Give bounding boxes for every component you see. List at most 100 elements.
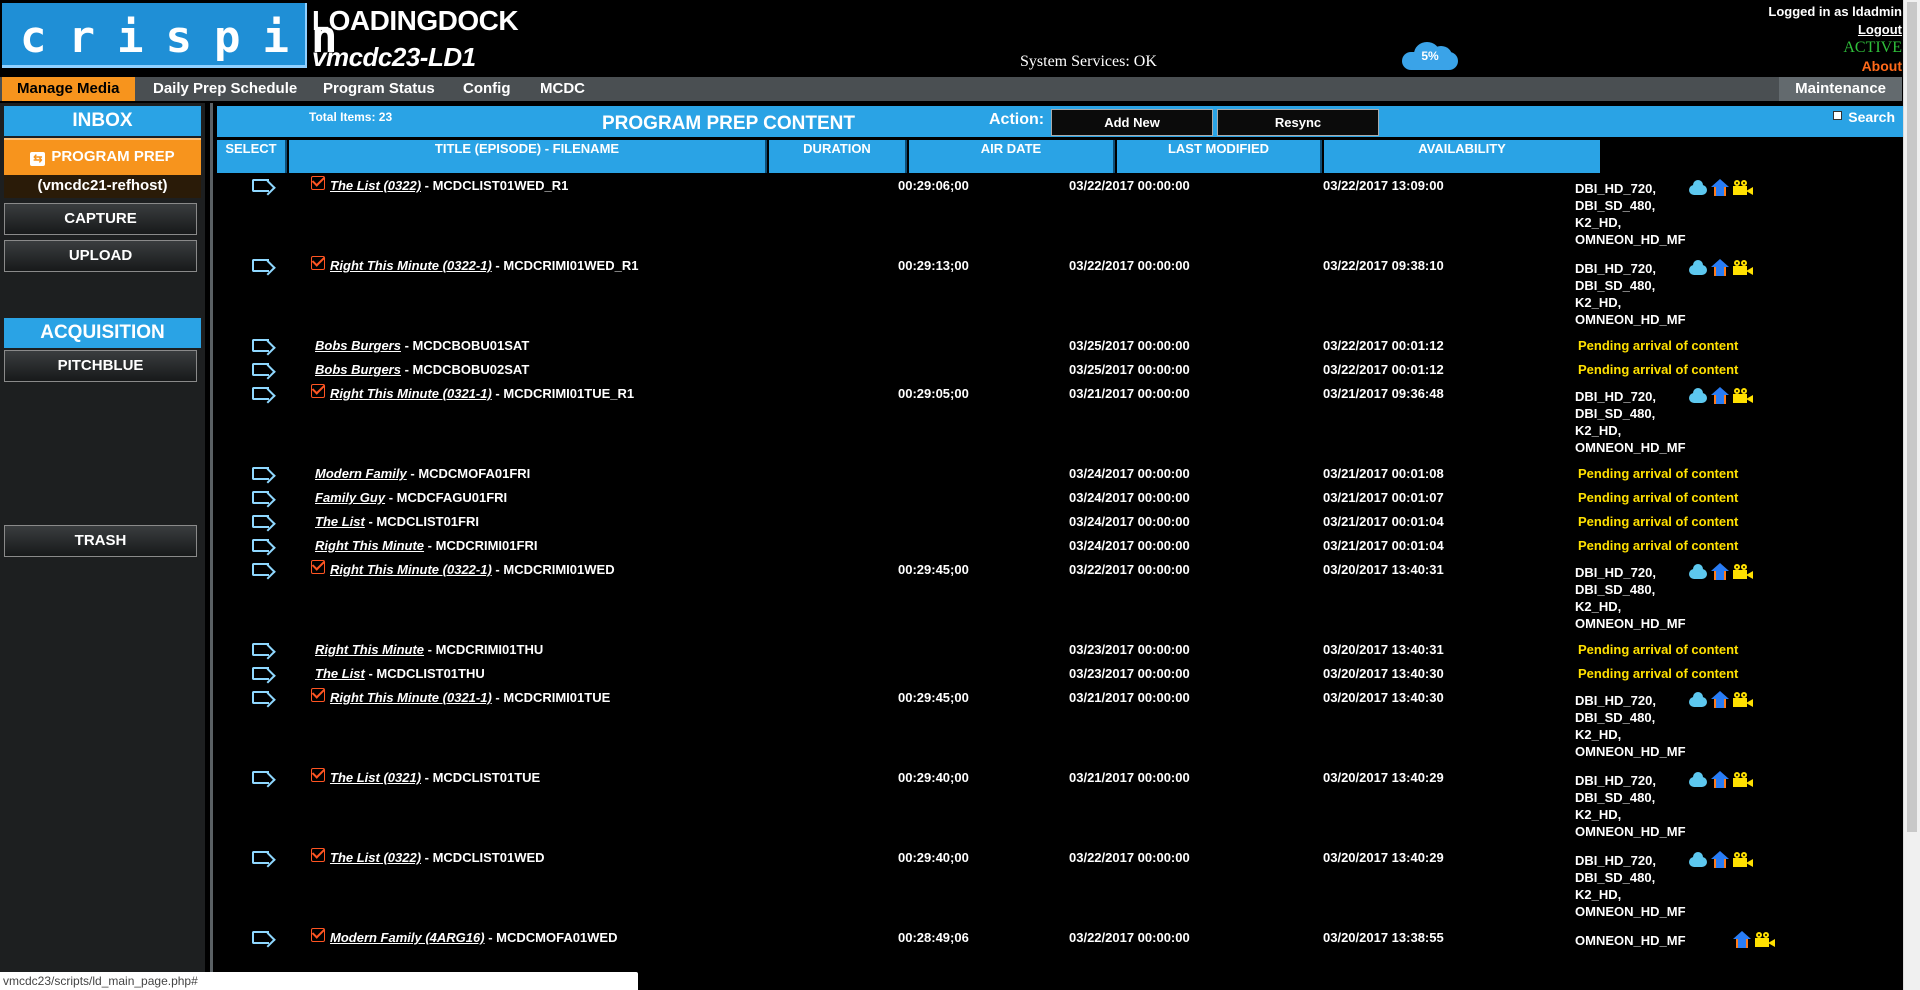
capture-button[interactable]: CAPTURE (4, 203, 197, 235)
select-tag-icon[interactable] (252, 931, 269, 944)
table-row[interactable]: The List - MCDCLIST01THU 03/23/2017 00:00… (217, 661, 1903, 685)
title-link[interactable]: The List (0321) (330, 770, 421, 785)
col-select[interactable]: SELECT (217, 140, 287, 173)
home-icon[interactable] (1711, 691, 1729, 709)
camera-icon[interactable] (1733, 564, 1753, 579)
table-row[interactable]: Right This Minute - MCDCRIMI01THU 03/23/2… (217, 637, 1903, 661)
select-tag-icon[interactable] (252, 179, 269, 192)
program-prep-button[interactable]: ⇆ PROGRAM PREP (vmcdc21-refhost) (4, 138, 201, 198)
nav-daily-prep-schedule[interactable]: Daily Prep Schedule (138, 77, 312, 101)
cloud-icon[interactable] (1689, 692, 1707, 707)
title-link[interactable]: Right This Minute (0321-1) (330, 386, 492, 401)
select-tag-icon[interactable] (252, 771, 269, 784)
camera-icon[interactable] (1733, 388, 1753, 403)
crispin-logo[interactable]: crispin (2, 3, 337, 68)
title-link[interactable]: Right This Minute (0321-1) (330, 690, 492, 705)
table-row[interactable]: The List - MCDCLIST01FRI 03/24/2017 00:00… (217, 509, 1903, 533)
title-link[interactable]: Right This Minute (315, 642, 424, 657)
home-icon[interactable] (1711, 851, 1729, 869)
about-link[interactable]: About (1768, 57, 1902, 75)
home-icon[interactable] (1711, 387, 1729, 405)
camera-icon[interactable] (1755, 932, 1775, 947)
select-tag-icon[interactable] (252, 667, 269, 680)
table-row[interactable]: The List (0322) - MCDCLIST01WED 00:29:40;… (217, 845, 1903, 925)
cloud-icon[interactable] (1689, 852, 1707, 867)
nav-mcdc[interactable]: MCDC (525, 77, 600, 101)
table-row[interactable]: Right This Minute (0322-1) - MCDCRIMI01W… (217, 253, 1903, 333)
select-tag-icon[interactable] (252, 691, 269, 704)
select-tag-icon[interactable] (252, 643, 269, 656)
select-tag-icon[interactable] (252, 363, 269, 376)
camera-icon[interactable] (1733, 852, 1753, 867)
nav-maintenance[interactable]: Maintenance (1779, 77, 1902, 101)
pitchblue-button[interactable]: PITCHBLUE (4, 350, 197, 382)
table-row[interactable]: Right This Minute - MCDCRIMI01FRI 03/24/2… (217, 533, 1903, 557)
table-row[interactable]: Bobs Burgers - MCDCBOBU01SAT 03/25/2017 0… (217, 333, 1903, 357)
table-row[interactable]: The List (0322) - MCDCLIST01WED_R1 00:29:… (217, 173, 1903, 253)
select-tag-icon[interactable] (252, 259, 269, 272)
filename: MCDCLIST01WED (432, 850, 545, 865)
camera-icon[interactable] (1733, 180, 1753, 195)
camera-icon[interactable] (1733, 260, 1753, 275)
table-row[interactable]: Modern Family - MCDCMOFA01FRI 03/24/2017 … (217, 461, 1903, 485)
title-link[interactable]: Right This Minute (0322-1) (330, 258, 492, 273)
title-link[interactable]: The List (0322) (330, 178, 421, 193)
nav-program-status[interactable]: Program Status (308, 77, 450, 101)
table-row[interactable]: Right This Minute (0321-1) - MCDCRIMI01T… (217, 685, 1903, 765)
scroll-thumb[interactable] (1907, 2, 1917, 832)
air-date-cell: 03/23/2017 00:00:00 (1069, 642, 1190, 657)
nav-manage-media[interactable]: Manage Media (2, 77, 135, 101)
select-tag-icon[interactable] (252, 467, 269, 480)
home-icon[interactable] (1711, 179, 1729, 197)
select-tag-icon[interactable] (252, 491, 269, 504)
title-link[interactable]: Right This Minute (0322-1) (330, 562, 492, 577)
table-row[interactable]: Right This Minute (0322-1) - MCDCRIMI01W… (217, 557, 1903, 637)
table-row[interactable]: Family Guy - MCDCFAGU01FRI 03/24/2017 00:… (217, 485, 1903, 509)
title-link[interactable]: Modern Family (4ARG16) (330, 930, 485, 945)
table-row[interactable]: The List (0321) - MCDCLIST01TUE 00:29:40;… (217, 765, 1903, 845)
trash-button[interactable]: TRASH (4, 525, 197, 557)
user-box: Logged in as ldadmin Logout ACTIVE About (1768, 3, 1902, 75)
home-icon[interactable] (1733, 931, 1751, 949)
search-toggle[interactable]: Search (1833, 109, 1895, 125)
home-icon[interactable] (1711, 771, 1729, 789)
cloud-icon[interactable] (1689, 260, 1707, 275)
cloud-icon[interactable] (1689, 180, 1707, 195)
title-link[interactable]: Right This Minute (315, 538, 424, 553)
title-link[interactable]: Family Guy (315, 490, 385, 505)
home-icon[interactable] (1711, 259, 1729, 277)
title-link[interactable]: The List (315, 666, 365, 681)
table-row[interactable]: Bobs Burgers - MCDCBOBU02SAT 03/25/2017 0… (217, 357, 1903, 381)
col-last-modified[interactable]: LAST MODIFIED (1117, 140, 1322, 173)
add-new-button[interactable]: Add New (1051, 109, 1213, 136)
col-availability[interactable]: AVAILABILITY (1324, 140, 1600, 173)
title-link[interactable]: Modern Family (315, 466, 407, 481)
availability-item: OMNEON_HD_MF (1575, 904, 1686, 919)
col-duration[interactable]: DURATION (769, 140, 907, 173)
cloud-icon[interactable] (1689, 388, 1707, 403)
camera-icon[interactable] (1733, 772, 1753, 787)
cloud-icon[interactable] (1689, 772, 1707, 787)
camera-icon[interactable] (1733, 692, 1753, 707)
cloud-icon[interactable] (1689, 564, 1707, 579)
title-link[interactable]: Bobs Burgers (315, 362, 401, 377)
resync-button[interactable]: Resync (1217, 109, 1379, 136)
col-title[interactable]: TITLE (EPISODE) - FILENAME (289, 140, 767, 173)
upload-button[interactable]: UPLOAD (4, 240, 197, 272)
home-icon[interactable] (1711, 563, 1729, 581)
nav-config[interactable]: Config (448, 77, 525, 101)
title-link[interactable]: The List (0322) (330, 850, 421, 865)
select-tag-icon[interactable] (252, 851, 269, 864)
pending-status: Pending arrival of content (1578, 642, 1739, 657)
select-tag-icon[interactable] (252, 563, 269, 576)
vertical-scrollbar[interactable] (1903, 0, 1920, 990)
select-tag-icon[interactable] (252, 387, 269, 400)
title-link[interactable]: The List (315, 514, 365, 529)
table-row[interactable]: Right This Minute (0321-1) - MCDCRIMI01T… (217, 381, 1903, 461)
title-link[interactable]: Bobs Burgers (315, 338, 401, 353)
select-tag-icon[interactable] (252, 339, 269, 352)
select-tag-icon[interactable] (252, 539, 269, 552)
logout-link[interactable]: Logout (1768, 21, 1902, 39)
col-air-date[interactable]: AIR DATE (909, 140, 1115, 173)
select-tag-icon[interactable] (252, 515, 269, 528)
